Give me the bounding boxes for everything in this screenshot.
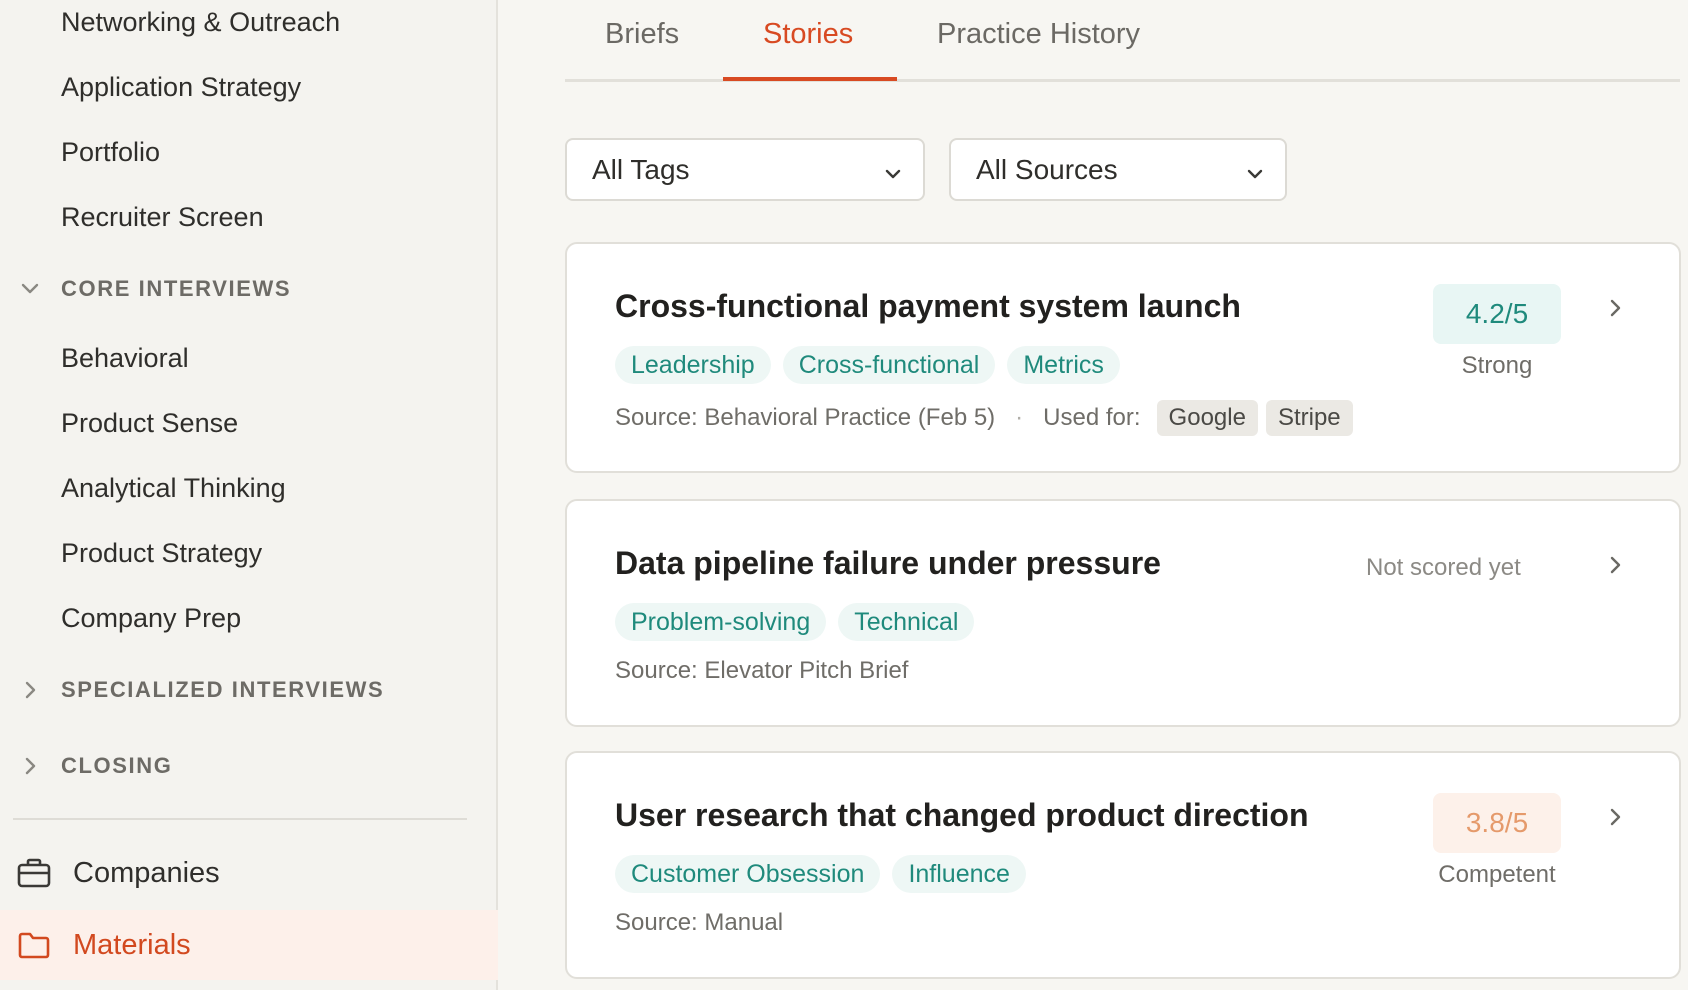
- tab-stories[interactable]: Stories: [763, 18, 853, 82]
- select-value: All Sources: [976, 153, 1118, 185]
- folder-icon: [16, 927, 52, 963]
- tag: Cross-functional: [782, 346, 996, 384]
- sources-filter-select[interactable]: All Sources: [949, 138, 1287, 201]
- sidebar-item-product-sense[interactable]: Product Sense: [61, 406, 238, 440]
- tag: Leadership: [615, 346, 771, 384]
- company-chip: Google: [1156, 400, 1258, 436]
- section-core-interviews[interactable]: CORE INTERVIEWS: [18, 272, 291, 306]
- story-card[interactable]: User research that changed product direc…: [565, 751, 1681, 979]
- sidebar-item-application-strategy[interactable]: Application Strategy: [61, 70, 301, 104]
- sidebar-item-analytical-thinking[interactable]: Analytical Thinking: [61, 471, 286, 505]
- story-tags: Customer Obsession Influence: [615, 855, 1026, 893]
- tag: Problem-solving: [615, 603, 827, 641]
- chevron-right-icon[interactable]: [1603, 805, 1627, 829]
- sidebar-divider: [13, 818, 467, 820]
- section-label: SPECIALIZED INTERVIEWS: [61, 677, 385, 702]
- briefcase-icon: [16, 855, 52, 891]
- active-tab-indicator: [723, 77, 897, 81]
- story-source: Source: Behavioral Practice (Feb 5): [615, 404, 996, 431]
- nav-label: Materials: [73, 928, 191, 961]
- company-chip: Stripe: [1265, 400, 1353, 436]
- sidebar-item-recruiter-screen[interactable]: Recruiter Screen: [61, 200, 264, 234]
- story-card[interactable]: Cross-functional payment system launch L…: [565, 242, 1681, 473]
- select-value: All Tags: [592, 153, 690, 185]
- story-meta: Source: Manual: [615, 909, 783, 937]
- chevron-down-icon: [885, 154, 901, 186]
- tab-briefs[interactable]: Briefs: [605, 18, 679, 82]
- section-label: CORE INTERVIEWS: [61, 276, 292, 301]
- tag: Customer Obsession: [615, 855, 881, 893]
- sidebar-item-networking-outreach[interactable]: Networking & Outreach: [61, 5, 340, 39]
- score-badge: 3.8/5: [1433, 793, 1561, 853]
- story-title: Cross-functional payment system launch: [615, 288, 1241, 324]
- meta-separator: ·: [1015, 404, 1024, 431]
- story-tags: Leadership Cross-functional Metrics: [615, 346, 1120, 384]
- chevron-right-icon[interactable]: [1603, 553, 1627, 577]
- not-scored-status: Not scored yet: [1366, 554, 1521, 581]
- chevron-down-icon: [1247, 154, 1263, 186]
- story-meta: Source: Elevator Pitch Brief: [615, 657, 908, 685]
- sidebar: Networking & Outreach Application Strate…: [0, 0, 498, 990]
- tab-bar: Briefs Stories Practice History: [565, 0, 1680, 82]
- story-tags: Problem-solving Technical: [615, 603, 975, 641]
- sidebar-item-company-prep[interactable]: Company Prep: [61, 601, 241, 635]
- tab-practice-history[interactable]: Practice History: [937, 18, 1140, 82]
- story-source: Source: Manual: [615, 909, 784, 936]
- score-badge: 4.2/5: [1433, 284, 1561, 344]
- score-label: Strong: [1461, 352, 1533, 379]
- story-meta: Source: Behavioral Practice (Feb 5) · Us…: [615, 400, 1353, 436]
- story-title: User research that changed product direc…: [615, 797, 1309, 833]
- sidebar-item-behavioral[interactable]: Behavioral: [61, 341, 189, 375]
- section-closing[interactable]: CLOSING: [18, 749, 172, 783]
- chevron-right-icon[interactable]: [1603, 296, 1627, 320]
- chevron-right-icon: [18, 754, 42, 778]
- nav-label: Companies: [73, 856, 220, 889]
- nav-materials[interactable]: Materials: [0, 910, 498, 980]
- tag: Influence: [892, 855, 1026, 893]
- nav-companies[interactable]: Companies: [0, 838, 498, 908]
- chevron-right-icon: [18, 678, 42, 702]
- sidebar-item-portfolio[interactable]: Portfolio: [61, 135, 160, 169]
- section-label: CLOSING: [61, 753, 173, 778]
- tag: Technical: [838, 603, 975, 641]
- chevron-down-icon: [18, 277, 42, 301]
- tag: Metrics: [1007, 346, 1120, 384]
- score-label: Competent: [1438, 861, 1556, 888]
- used-for-label: Used for:: [1043, 404, 1141, 431]
- sidebar-item-product-strategy[interactable]: Product Strategy: [61, 536, 262, 570]
- story-card[interactable]: Data pipeline failure under pressure Pro…: [565, 499, 1681, 727]
- section-specialized-interviews[interactable]: SPECIALIZED INTERVIEWS: [18, 673, 384, 707]
- tags-filter-select[interactable]: All Tags: [565, 138, 925, 201]
- story-source: Source: Elevator Pitch Brief: [615, 657, 909, 684]
- story-title: Data pipeline failure under pressure: [615, 545, 1161, 581]
